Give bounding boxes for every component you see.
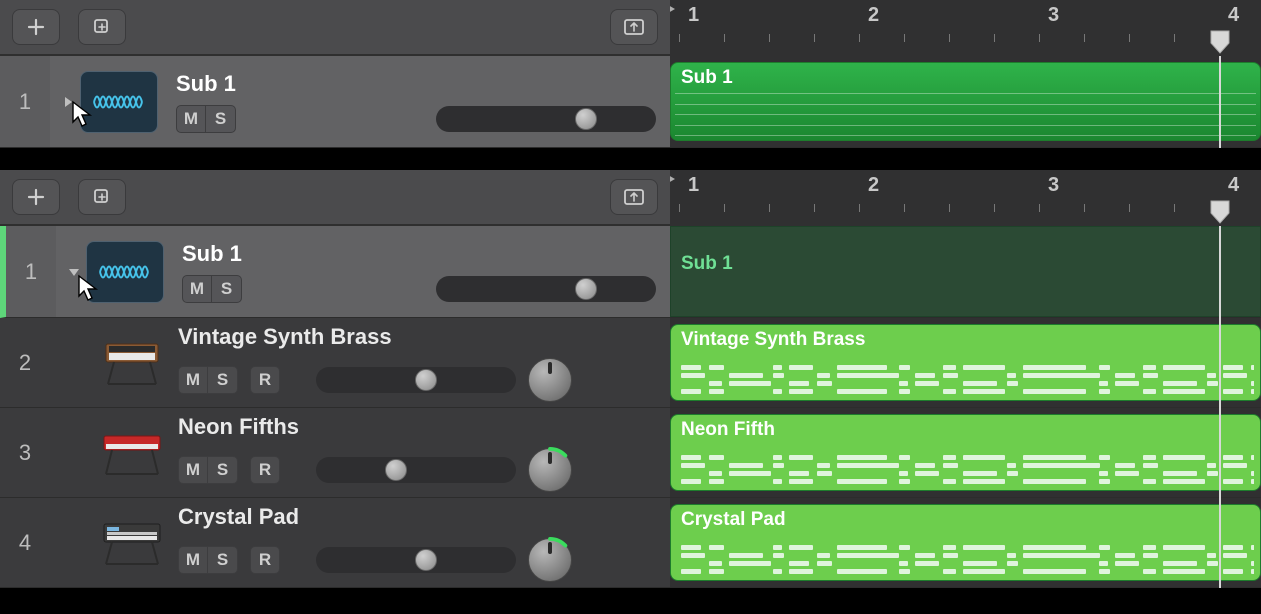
track-name[interactable]: Sub 1 (182, 241, 656, 267)
region-label: Neon Fifth (681, 419, 1250, 441)
pan-knob[interactable] (528, 358, 572, 402)
volume-slider[interactable] (316, 547, 516, 573)
midi-notes-icon (677, 535, 1254, 574)
track-name[interactable]: Neon Fifths (178, 414, 656, 440)
track-icon-keyboard[interactable] (96, 425, 168, 481)
record-enable-button[interactable]: R (250, 366, 280, 394)
track-number: 3 (0, 408, 50, 497)
duplicate-track-button[interactable] (78, 9, 126, 45)
mute-button[interactable]: M (178, 366, 208, 394)
region-lane[interactable]: Neon Fifth (670, 408, 1261, 498)
solo-button[interactable]: S (212, 275, 242, 303)
bar-number: 3 (1048, 4, 1059, 27)
toggle-track-stack-button[interactable] (610, 9, 658, 45)
mute-button[interactable]: M (176, 105, 206, 133)
track-number: 1 (6, 226, 56, 317)
ruler[interactable]: 1 2 3 4 (670, 170, 1261, 226)
bar-number: 3 (1048, 174, 1059, 197)
track-number: 4 (0, 498, 50, 587)
track-row-sub[interactable]: 3 Neon Fifths M (0, 408, 670, 498)
record-enable-button[interactable]: R (250, 456, 280, 484)
region-label: Crystal Pad (681, 509, 1250, 531)
solo-button[interactable]: S (206, 105, 236, 133)
region-lane[interactable]: Sub 1 (670, 226, 1261, 318)
record-enable-button[interactable]: R (250, 546, 280, 574)
panel-expanded: 1 2 3 4 1 (0, 170, 1261, 588)
midi-region[interactable]: Crystal Pad (670, 504, 1261, 581)
region-lane[interactable]: Sub 1 (670, 56, 1261, 148)
volume-slider[interactable] (436, 276, 656, 302)
track-row-stack[interactable]: 1 Sub 1 M (0, 56, 670, 148)
track-name[interactable]: Sub 1 (176, 71, 656, 97)
solo-button[interactable]: S (208, 456, 238, 484)
disclosure-triangle-open[interactable] (62, 264, 86, 280)
region-lane[interactable]: Crystal Pad (670, 498, 1261, 588)
mute-button[interactable]: M (178, 456, 208, 484)
volume-slider[interactable] (316, 457, 516, 483)
playhead-start-marker[interactable] (670, 170, 678, 188)
track-icon-audio[interactable] (86, 241, 164, 303)
bar-number: 4 (1228, 174, 1239, 197)
playhead-line (1219, 56, 1221, 148)
bar-number: 2 (868, 174, 879, 197)
playhead-start-marker[interactable] (670, 0, 678, 18)
track-row-stack[interactable]: 1 Sub 1 M (0, 226, 670, 318)
pan-knob[interactable] (528, 538, 572, 582)
toggle-track-stack-button[interactable] (610, 179, 658, 215)
track-icon-synth[interactable] (96, 335, 168, 391)
mute-button[interactable]: M (182, 275, 212, 303)
bar-number: 2 (868, 4, 879, 27)
midi-notes-icon (677, 445, 1254, 484)
region-label: Vintage Synth Brass (681, 329, 1250, 351)
volume-slider[interactable] (436, 106, 656, 132)
region-label: Sub 1 (681, 253, 1250, 275)
track-list-toolbar (0, 170, 670, 226)
midi-region[interactable]: Neon Fifth (670, 414, 1261, 491)
region-label: Sub 1 (681, 67, 1250, 89)
playhead[interactable] (1208, 28, 1232, 56)
bar-number: 4 (1228, 4, 1239, 27)
panel-collapsed: 1 2 3 4 1 (0, 0, 1261, 148)
track-name[interactable]: Vintage Synth Brass (178, 324, 656, 350)
add-track-button[interactable] (12, 9, 60, 45)
midi-region[interactable]: Vintage Synth Brass (670, 324, 1261, 401)
track-list-toolbar (0, 0, 670, 56)
volume-slider[interactable] (316, 367, 516, 393)
playhead-line (1219, 226, 1221, 588)
track-name[interactable]: Crystal Pad (178, 504, 656, 530)
bar-number: 1 (688, 4, 699, 27)
mute-button[interactable]: M (178, 546, 208, 574)
audio-region[interactable]: Sub 1 (670, 62, 1261, 141)
stack-region[interactable]: Sub 1 (670, 226, 1261, 317)
ruler[interactable]: 1 2 3 4 (670, 0, 1261, 56)
track-icon-pad[interactable] (96, 515, 168, 571)
track-row-sub[interactable]: 4 Crystal Pad (0, 498, 670, 588)
waveform-icon (675, 93, 1256, 136)
playhead[interactable] (1208, 198, 1232, 226)
duplicate-track-button[interactable] (78, 179, 126, 215)
pan-knob[interactable] (528, 448, 572, 492)
track-icon-audio[interactable] (80, 71, 158, 133)
track-row-sub[interactable]: 2 Vintage Synth Brass (0, 318, 670, 408)
solo-button[interactable]: S (208, 366, 238, 394)
region-lane[interactable]: Vintage Synth Brass (670, 318, 1261, 408)
disclosure-triangle-closed[interactable] (56, 94, 80, 110)
track-number: 1 (0, 56, 50, 147)
solo-button[interactable]: S (208, 546, 238, 574)
midi-notes-icon (677, 355, 1254, 394)
track-number: 2 (0, 318, 50, 407)
add-track-button[interactable] (12, 179, 60, 215)
bar-number: 1 (688, 174, 699, 197)
